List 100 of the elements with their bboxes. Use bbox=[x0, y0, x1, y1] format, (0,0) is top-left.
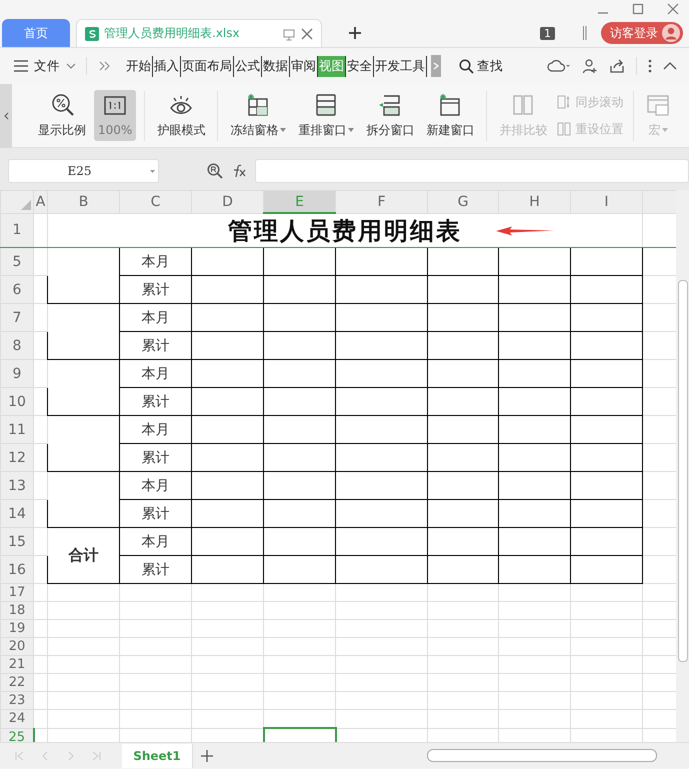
row-header[interactable]: 23 bbox=[0, 692, 34, 710]
table-cell: 本月 bbox=[142, 254, 170, 270]
row-header[interactable]: 9 bbox=[0, 360, 34, 388]
columns-icon bbox=[557, 122, 572, 136]
bars-icon bbox=[583, 26, 587, 40]
table-cell: 累计 bbox=[142, 506, 170, 522]
ratio-icon bbox=[103, 94, 128, 118]
toolbar-button[interactable]: 重排窗口 bbox=[294, 88, 358, 142]
window-count-badge[interactable]: 1 bbox=[540, 26, 555, 40]
row-header[interactable]: 17 bbox=[0, 584, 34, 602]
row-header[interactable]: 18 bbox=[0, 602, 34, 620]
toolbar-button[interactable]: 新建窗口 bbox=[422, 88, 478, 142]
split-window-icon bbox=[378, 92, 402, 116]
maximize-icon[interactable] bbox=[632, 3, 644, 15]
menu-tab[interactable]: 公式 bbox=[234, 56, 262, 76]
menu-tab[interactable]: 页面布局 bbox=[181, 56, 234, 76]
menu-tab[interactable]: 安全 bbox=[346, 56, 374, 76]
row-header[interactable]: 16 bbox=[0, 556, 34, 584]
double-chevron-icon[interactable] bbox=[99, 61, 111, 71]
row-header[interactable]: 12 bbox=[0, 444, 34, 472]
monitor-icon[interactable] bbox=[282, 26, 296, 40]
table-cell: 本月 bbox=[142, 534, 170, 550]
menu-tab[interactable]: 数据 bbox=[262, 56, 290, 76]
chevron-up-icon[interactable] bbox=[663, 62, 677, 70]
zoom-icon[interactable] bbox=[207, 163, 223, 179]
login-button[interactable]: 访客登录 bbox=[601, 22, 683, 44]
grid-icon bbox=[246, 92, 270, 116]
row-header[interactable]: 20 bbox=[0, 638, 34, 656]
row-header[interactable]: 11 bbox=[0, 416, 34, 444]
menu-icon bbox=[14, 60, 28, 72]
row-header[interactable]: 13 bbox=[0, 472, 34, 500]
toolbar-button[interactable]: 冻结窗格 bbox=[226, 88, 290, 142]
table-cell: 累计 bbox=[142, 450, 170, 466]
table-cell: 累计 bbox=[142, 562, 170, 578]
share-icon[interactable] bbox=[609, 58, 625, 74]
avatar-icon bbox=[662, 24, 680, 42]
row-header[interactable]: 22 bbox=[0, 674, 34, 692]
table-cell: 本月 bbox=[142, 366, 170, 382]
row-header[interactable]: 5 bbox=[0, 248, 34, 276]
vertical-scrollbar[interactable] bbox=[676, 190, 689, 742]
table-cell: 累计 bbox=[142, 282, 170, 298]
more-vertical-icon[interactable] bbox=[648, 59, 652, 73]
toolbar-button[interactable]: 显示比例 bbox=[34, 88, 90, 142]
row-header[interactable]: 24 bbox=[0, 710, 34, 728]
spreadsheet-file-icon bbox=[85, 26, 99, 40]
close-icon[interactable] bbox=[301, 28, 313, 40]
row-header[interactable]: 10 bbox=[0, 388, 34, 416]
row-header[interactable]: 14 bbox=[0, 500, 34, 528]
sheet-tab[interactable]: Sheet1 bbox=[122, 744, 193, 768]
add-tab-icon[interactable] bbox=[348, 26, 362, 40]
new-window-icon bbox=[438, 92, 462, 116]
table-cell: 本月 bbox=[142, 422, 170, 438]
column-header[interactable]: B bbox=[48, 190, 120, 213]
chevron-left-icon[interactable] bbox=[3, 112, 9, 120]
menu-tab[interactable]: 开始 bbox=[125, 56, 153, 76]
chevron-down-icon bbox=[66, 63, 76, 69]
close-icon[interactable] bbox=[667, 3, 679, 15]
home-tab[interactable]: 首页 bbox=[2, 19, 70, 47]
table-cell: 合计 bbox=[68, 546, 98, 564]
window-icon bbox=[646, 92, 670, 116]
scroll-sync-icon bbox=[557, 95, 572, 109]
stacked-panels-icon bbox=[314, 92, 338, 116]
column-header[interactable]: G bbox=[428, 190, 498, 213]
chevron-right-icon[interactable] bbox=[432, 61, 440, 71]
toolbar-button[interactable]: 护眼模式 bbox=[153, 88, 210, 142]
toolbar-button[interactable]: 100% bbox=[94, 90, 136, 141]
column-header[interactable]: A bbox=[34, 190, 48, 213]
column-header[interactable]: C bbox=[120, 190, 192, 213]
table-cell: 本月 bbox=[142, 478, 170, 494]
file-menu[interactable]: 文件 bbox=[14, 58, 76, 74]
row-header[interactable]: 6 bbox=[0, 276, 34, 304]
search-icon bbox=[459, 58, 474, 74]
column-header[interactable]: I bbox=[570, 190, 642, 213]
columns-icon bbox=[511, 92, 536, 116]
magnifier-icon bbox=[50, 92, 74, 116]
row-header[interactable]: 1 bbox=[0, 213, 34, 248]
column-header[interactable]: D bbox=[192, 190, 264, 213]
cloud-icon[interactable] bbox=[547, 59, 571, 73]
search-button[interactable]: 查找 bbox=[459, 58, 503, 74]
formula-field[interactable] bbox=[255, 159, 689, 183]
document-tab[interactable]: 管理人员费用明细表.xlsx bbox=[76, 19, 322, 47]
row-header[interactable]: 21 bbox=[0, 656, 34, 674]
column-header[interactable]: F bbox=[336, 190, 428, 213]
menu-tab[interactable]: 视图 bbox=[318, 56, 346, 76]
menu-tab[interactable]: 插入 bbox=[153, 56, 181, 76]
row-header[interactable]: 15 bbox=[0, 528, 34, 556]
row-header[interactable]: 7 bbox=[0, 304, 34, 332]
column-header[interactable]: H bbox=[498, 190, 570, 213]
tab-title: 管理人员费用明细表.xlsx bbox=[104, 25, 241, 42]
row-header[interactable]: 8 bbox=[0, 332, 34, 360]
table-cell: 累计 bbox=[142, 338, 170, 354]
menu-tab[interactable]: 开发工具 bbox=[374, 56, 427, 76]
table-cell: 本月 bbox=[142, 310, 170, 326]
toolbar-button[interactable]: 拆分窗口 bbox=[362, 88, 418, 142]
add-sheet-icon[interactable] bbox=[201, 750, 213, 762]
add-user-icon[interactable] bbox=[582, 58, 598, 74]
name-box[interactable]: E25 bbox=[8, 159, 159, 183]
row-header[interactable]: 25 bbox=[0, 728, 34, 742]
sheet-title: 管理人员费用明细表 bbox=[228, 216, 462, 244]
row-header[interactable]: 19 bbox=[0, 620, 34, 638]
